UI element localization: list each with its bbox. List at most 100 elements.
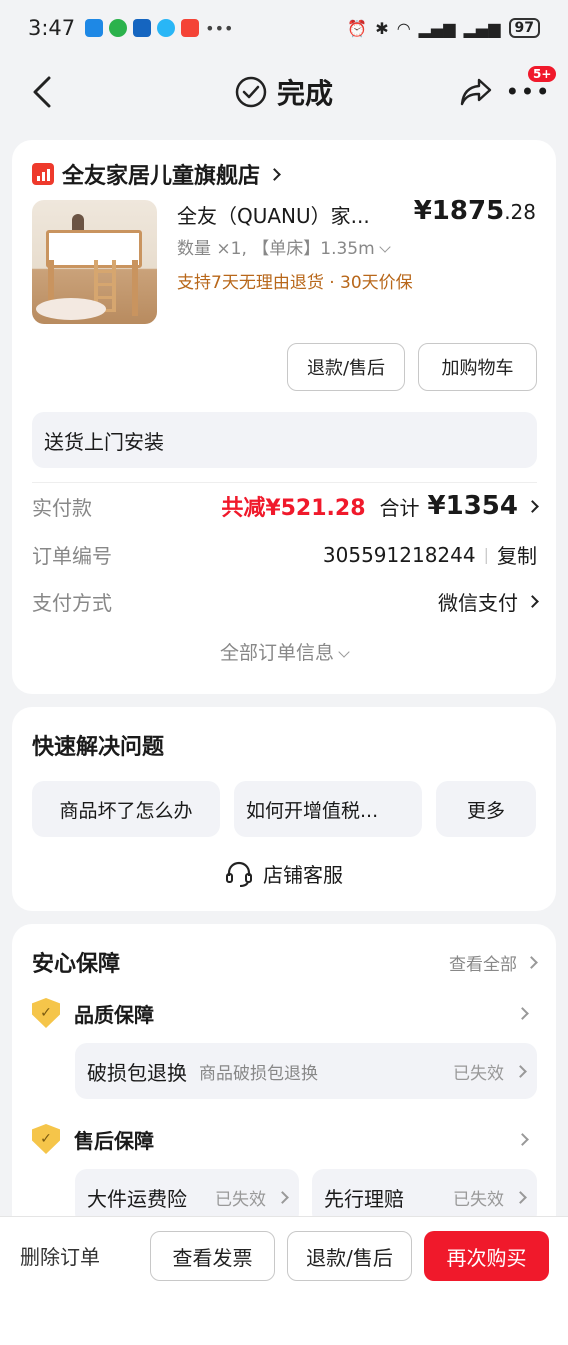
message-app-icon (85, 19, 104, 37)
all-order-info-toggle[interactable]: 全部订单信息 (12, 638, 556, 665)
shop-logo-icon (32, 163, 54, 185)
chevron-down-icon (338, 646, 350, 658)
pay-method-detail: 微信支付 (438, 587, 539, 616)
product-image-rug (36, 298, 106, 320)
quick-chip-invoice[interactable]: 如何开增值税... (234, 781, 422, 837)
chevron-right-icon (526, 499, 539, 513)
spec-text: 数量 ×1, 【单床】1.35m (177, 239, 375, 259)
chevron-right-icon (525, 956, 538, 969)
product-title[interactable]: 全友（QUANU）家... (177, 200, 407, 229)
paid-detail[interactable]: 共减¥521.28 合计 ¥1354 (221, 490, 539, 522)
paid-label: 实付款 (32, 495, 92, 520)
chevron-right-icon (526, 595, 539, 608)
bluetooth-icon: ✱ (375, 18, 389, 38)
aftersale-item1-status: 已失效 (215, 1185, 289, 1210)
chevron-right-icon (516, 1006, 529, 1020)
status-right: ⏰ ✱ ◠ ▂▄▆ ▂▄▆ 97 (347, 18, 540, 38)
rebuy-button[interactable]: 再次购买 (424, 1231, 549, 1281)
pay-method-label: 支付方式 (32, 591, 112, 615)
promise-text: 支持7天无理由退货 · 30天价保 (177, 273, 413, 293)
aftersale-item1-status-label: 已失效 (215, 1189, 266, 1210)
shield-check-icon: ✓ (32, 1124, 60, 1154)
divider (32, 482, 537, 483)
all-order-info-label: 全部订单信息 (219, 642, 334, 664)
paid-row: 实付款 共减¥521.28 合计 ¥1354 (32, 490, 539, 522)
quality-guarantee-row[interactable]: ✓ 品质保障 (32, 998, 537, 1028)
guarantee-title: 安心保障 (32, 952, 121, 977)
aftersale-guarantee-title: 售后保障 (74, 1128, 154, 1153)
quick-solve-title: 快速解决问题 (32, 735, 165, 760)
bottom-action-bar: 删除订单 查看发票 退款/售后 再次购买 (0, 1216, 568, 1345)
view-invoice-button[interactable]: 查看发票 (150, 1231, 275, 1281)
aftersale-item2-name: 先行理赔 (324, 1186, 404, 1211)
notification-badge: 5+ (528, 66, 557, 82)
shop-service-button[interactable]: 店铺客服 (12, 859, 556, 888)
shield-check-icon: ✓ (32, 998, 60, 1028)
shop-name: 全友家居儿童旗舰店 (62, 164, 261, 189)
page-header: 完成 ••• (0, 56, 568, 128)
view-all-label: 查看全部 (449, 955, 517, 975)
price-main: ¥1875 (413, 196, 505, 226)
copy-button[interactable]: 复制 (497, 540, 537, 569)
signal-icon: ▂▄▆ (418, 18, 456, 38)
shield-app-icon (133, 19, 152, 37)
separator: | (483, 545, 489, 564)
cloud-app-icon (157, 19, 176, 37)
aftersale-item2-status: 已失效 (453, 1185, 527, 1210)
alarm-icon: ⏰ (347, 18, 368, 38)
quick-chip-broken[interactable]: 商品坏了怎么办 (32, 781, 220, 837)
install-service[interactable]: 送货上门安装 (32, 412, 537, 468)
more-notifications-icon: ••• (205, 18, 234, 38)
quality-item-desc: 商品破损包退换 (199, 1063, 318, 1084)
wechat-app-icon (109, 19, 128, 37)
total-amount: ¥1354 (427, 491, 518, 521)
chevron-right-icon (268, 167, 281, 181)
order-card: 全友家居儿童旗舰店 全友（QUANU）家... ¥1875.28 数量 ×1, … (12, 140, 556, 694)
share-button[interactable] (456, 74, 496, 110)
quick-chip-more[interactable]: 更多 (436, 781, 536, 837)
delete-order-button[interactable]: 删除订单 (20, 1241, 100, 1270)
page-title: 完成 (276, 77, 333, 110)
more-dots-icon: ••• (505, 78, 551, 106)
order-number-detail: 305591218244 | 复制 (323, 540, 537, 569)
aftersale-item2-status-label: 已失效 (453, 1189, 504, 1210)
product-image-leg (132, 260, 138, 316)
view-all-link[interactable]: 查看全部 (449, 950, 538, 975)
wifi-icon: ◠ (396, 18, 411, 38)
product-spec[interactable]: 数量 ×1, 【单床】1.35m (177, 234, 427, 259)
order-number-label: 订单编号 (32, 544, 112, 568)
battery-indicator: 97 (508, 18, 540, 38)
signal-icon-2: ▂▄▆ (463, 18, 501, 38)
add-cart-button[interactable]: 加购物车 (418, 343, 537, 391)
refund-aftersale-button[interactable]: 退款/售后 (287, 1231, 412, 1281)
order-number-row: 订单编号 305591218244 | 复制 (32, 540, 537, 569)
aftersale-guarantee-row[interactable]: ✓ 售后保障 (32, 1124, 537, 1154)
order-number: 305591218244 (322, 542, 476, 567)
refund-button[interactable]: 退款/售后 (287, 343, 405, 391)
total-label: 合计 (379, 495, 420, 520)
chevron-right-icon (514, 1190, 527, 1204)
pay-method-row[interactable]: 支付方式 微信支付 (32, 587, 539, 616)
game-app-icon (181, 19, 200, 37)
quality-status-label: 已失效 (453, 1063, 504, 1084)
chevron-right-icon (276, 1190, 289, 1204)
chevron-right-icon (514, 1064, 527, 1078)
check-circle-icon (235, 76, 267, 108)
chevron-left-icon (33, 76, 51, 108)
price-decimal: .28 (504, 200, 536, 224)
aftersale-item1-name: 大件运费险 (87, 1186, 187, 1211)
quick-solve-card: 快速解决问题 商品坏了怎么办 如何开增值税... 更多 店铺客服 (12, 707, 556, 911)
product-image[interactable] (32, 200, 157, 324)
guarantee-card: 安心保障 查看全部 ✓ 品质保障 破损包退换 商品破损包退换 已失效 ✓ 售后保… (12, 924, 556, 1264)
back-button[interactable] (24, 74, 60, 110)
quality-item-status: 已失效 (453, 1059, 527, 1084)
shop-link[interactable]: 全友家居儿童旗舰店 (32, 158, 281, 190)
chevron-down-icon (379, 241, 391, 253)
chevron-right-icon (516, 1132, 529, 1146)
status-time: 3:47 (28, 16, 76, 40)
quality-guarantee-item[interactable]: 破损包退换 商品破损包退换 已失效 (75, 1043, 537, 1099)
page-title-wrap: 完成 (235, 72, 333, 112)
status-bar: 3:47 ••• ⏰ ✱ ◠ ▂▄▆ ▂▄▆ 97 (0, 0, 568, 56)
shop-service-label: 店铺客服 (263, 863, 343, 887)
headset-icon (226, 861, 252, 887)
